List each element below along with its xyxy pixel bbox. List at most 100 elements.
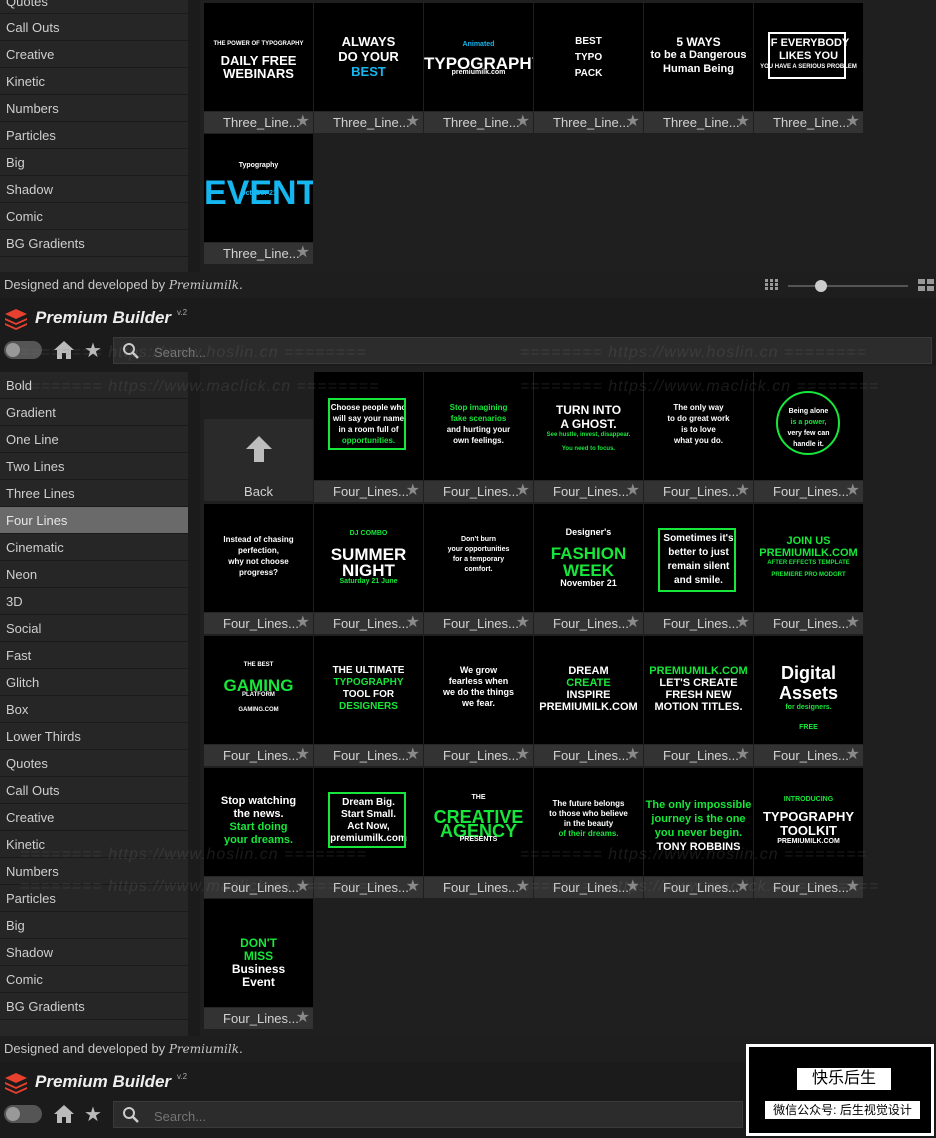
thumbnail-text: THE ULTIMATE — [332, 665, 405, 676]
sidebar-item-comic[interactable]: Comic — [0, 966, 188, 993]
favorite-star-icon[interactable]: ★ — [406, 614, 420, 632]
search-box-2[interactable] — [113, 1101, 756, 1128]
thumbnail-preview: THE ULTIMATE TYPOGRAPHY TOOL FOR DESIGNERS — [314, 636, 423, 744]
sidebar-item-shadow[interactable]: Shadow — [0, 939, 188, 966]
favorite-star-icon[interactable]: ★ — [406, 878, 420, 896]
top_tiles-tile[interactable]: BEST TYPO PACK Three_Line... ★ — [534, 3, 643, 133]
sidebar-item-social[interactable]: Social — [0, 615, 188, 642]
sidebar-item-bg-gradients[interactable]: BG Gradients — [0, 230, 188, 257]
favorite-star-icon[interactable]: ★ — [846, 746, 860, 764]
favorite-star-icon[interactable]: ★ — [736, 482, 750, 500]
tiles-tile[interactable]: Sometimes it's better to just remain silen… — [644, 504, 753, 634]
thumbnail-frame — [658, 528, 736, 592]
favorite-star-icon[interactable]: ★ — [626, 746, 640, 764]
favorite-star-icon[interactable]: ★ — [516, 113, 530, 131]
sidebar-item-two-lines[interactable]: Two Lines — [0, 453, 188, 480]
favorite-star-icon[interactable]: ★ — [516, 482, 530, 500]
tiles-tile[interactable]: Stop imagining fake scenarios and hurting … — [424, 372, 533, 502]
tiles-tile[interactable]: PREMIUMILK.COM LET'S CREATE FRESH NEW MOTIO… — [644, 636, 753, 766]
favorite-star-icon[interactable]: ★ — [626, 482, 640, 500]
back-button[interactable]: Back — [204, 419, 313, 501]
top_tiles-tile[interactable]: ALWAYS DO YOUR BEST Three_Line... ★ — [314, 3, 423, 133]
favorite-star-icon[interactable]: ★ — [736, 746, 750, 764]
favorite-star-icon[interactable]: ★ — [406, 746, 420, 764]
mode-toggle-2[interactable] — [4, 1105, 42, 1123]
tiles-tile[interactable]: DON'T MISS Business Event Four_Lines... ★ — [204, 899, 313, 1029]
favorite-star-icon[interactable]: ★ — [846, 482, 860, 500]
top_tiles-tile[interactable]: Animated TYPOGRAPHY premiumilk.com Three_Li… — [424, 3, 533, 133]
thumbnail-text: You need to focus. — [561, 446, 616, 452]
favorite-star-icon[interactable]: ★ — [296, 1009, 310, 1027]
top_tiles-tile[interactable]: Typography EVENT October 21 Three_Line... ★ — [204, 134, 313, 264]
tiles-tile[interactable]: THE BEST GAMING PLATFORM GAMING.COM Four_Lin… — [204, 636, 313, 766]
favorite-star-icon[interactable]: ★ — [846, 614, 860, 632]
favorite-star-icon[interactable]: ★ — [626, 614, 640, 632]
sidebar-item-creative[interactable]: Creative — [0, 41, 188, 68]
sidebar-item-big[interactable]: Big — [0, 149, 188, 176]
sidebar-item-three-lines[interactable]: Three Lines — [0, 480, 188, 507]
favorite-star-icon[interactable]: ★ — [626, 113, 640, 131]
search-input-2[interactable] — [152, 1106, 756, 1126]
home-icon-2[interactable] — [53, 1103, 75, 1125]
sidebar-item-gradient[interactable]: Gradient — [0, 399, 188, 426]
toggle-knob — [6, 343, 20, 357]
top_tiles-tile[interactable]: 5 WAYS to be a Dangerous Human Being Three_… — [644, 3, 753, 133]
favorite-star-icon[interactable]: ★ — [406, 482, 420, 500]
favorite-star-icon[interactable]: ★ — [736, 614, 750, 632]
sidebar-item-call-outs[interactable]: Call Outs — [0, 777, 188, 804]
favorite-star-icon[interactable]: ★ — [406, 113, 420, 131]
sidebar-item-lower-thirds[interactable]: Lower Thirds — [0, 723, 188, 750]
footer-brand[interactable]: Premiumilk. — [169, 278, 243, 292]
footer-2-brand[interactable]: Premiumilk. — [169, 1042, 243, 1056]
sidebar-item-quotes[interactable]: Quotes — [0, 0, 188, 14]
sidebar-item-glitch[interactable]: Glitch — [0, 669, 188, 696]
tiles-tile[interactable]: THE CREATIVE AGENCY PRESENTS Four_Lines... ★ — [424, 768, 533, 898]
tiles-tile[interactable]: Designer's FASHION WEEK November 21 Four_Lin… — [534, 504, 643, 634]
sidebar-item-shadow[interactable]: Shadow — [0, 176, 188, 203]
sidebar-item-fast[interactable]: Fast — [0, 642, 188, 669]
favorite-star-icon[interactable]: ★ — [296, 244, 310, 262]
top_tiles-tile[interactable]: THE POWER OF TYPOGRAPHY DAILY FREE WEBINAR… — [204, 3, 313, 133]
favorite-star-icon[interactable]: ★ — [296, 746, 310, 764]
sidebar-item-quotes[interactable]: Quotes — [0, 750, 188, 777]
tiles-tile[interactable]: THE ULTIMATE TYPOGRAPHY TOOL FOR DESIGNERS F… — [314, 636, 423, 766]
sidebar-item-creative[interactable]: Creative — [0, 804, 188, 831]
favorite-star-icon[interactable]: ★ — [516, 614, 530, 632]
sidebar-item-bg-gradients[interactable]: BG Gradients — [0, 993, 188, 1020]
sidebar-item-box[interactable]: Box — [0, 696, 188, 723]
favorite-star-icon[interactable]: ★ — [846, 113, 860, 131]
thumbnail-text: of their dreams. — [558, 829, 619, 838]
zoom-slider[interactable] — [788, 285, 908, 287]
zoom-slider-knob[interactable] — [815, 280, 827, 292]
thumbnail-text: your dreams. — [223, 834, 294, 846]
sidebar-item-four-lines[interactable]: Four Lines — [0, 507, 188, 534]
grid-view-icon[interactable] — [765, 279, 779, 291]
thumbnail-text: to those who believe — [549, 809, 628, 818]
favorite-star-icon[interactable]: ★ — [736, 113, 750, 131]
top_tiles-tile[interactable]: IF EVERYBODY LIKES YOU YOU HAVE A SERIOUS … — [754, 3, 863, 133]
thumbnail-preview: PREMIUMILK.COM LET'S CREATE FRESH NEW MOTIO… — [644, 636, 753, 744]
favorites-star-icon-2[interactable]: ★ — [84, 1102, 102, 1127]
large-view-icon[interactable] — [918, 279, 934, 291]
tiles-tile[interactable]: We grow fearless when we do the things we f… — [424, 636, 533, 766]
sidebar-item-particles[interactable]: Particles — [0, 122, 188, 149]
sidebar-item-kinetic[interactable]: Kinetic — [0, 68, 188, 95]
sidebar-item-numbers[interactable]: Numbers — [0, 95, 188, 122]
tiles-tile[interactable]: Don't burn your opportunities for a tempor… — [424, 504, 533, 634]
sidebar-item-cinematic[interactable]: Cinematic — [0, 534, 188, 561]
sidebar-item-3d[interactable]: 3D — [0, 588, 188, 615]
favorite-star-icon[interactable]: ★ — [296, 113, 310, 131]
sidebar-item-big[interactable]: Big — [0, 912, 188, 939]
tiles-tile[interactable]: Instead of chasing perfection, why not cho… — [204, 504, 313, 634]
tiles-tile[interactable]: JOIN US PREMIUMILK.COM AFTER EFFECTS TEMPL… — [754, 504, 863, 634]
sidebar-item-one-line[interactable]: One Line — [0, 426, 188, 453]
sidebar-item-comic[interactable]: Comic — [0, 203, 188, 230]
sidebar-item-neon[interactable]: Neon — [0, 561, 188, 588]
sidebar-item-call-outs[interactable]: Call Outs — [0, 14, 188, 41]
watermark-maclick-1: ======== https://www.maclick.cn ======== — [20, 378, 380, 395]
favorite-star-icon[interactable]: ★ — [516, 746, 530, 764]
tiles-tile[interactable]: DJ COMBO SUMMER NIGHT Saturday 21 June Four_… — [314, 504, 423, 634]
favorite-star-icon[interactable]: ★ — [296, 614, 310, 632]
tiles-tile[interactable]: DREAM CREATE INSPIRE PREMIUMILK.COM Four_Lin… — [534, 636, 643, 766]
tiles-tile[interactable]: Digital Assets for designers. FREE Four_Line… — [754, 636, 863, 766]
